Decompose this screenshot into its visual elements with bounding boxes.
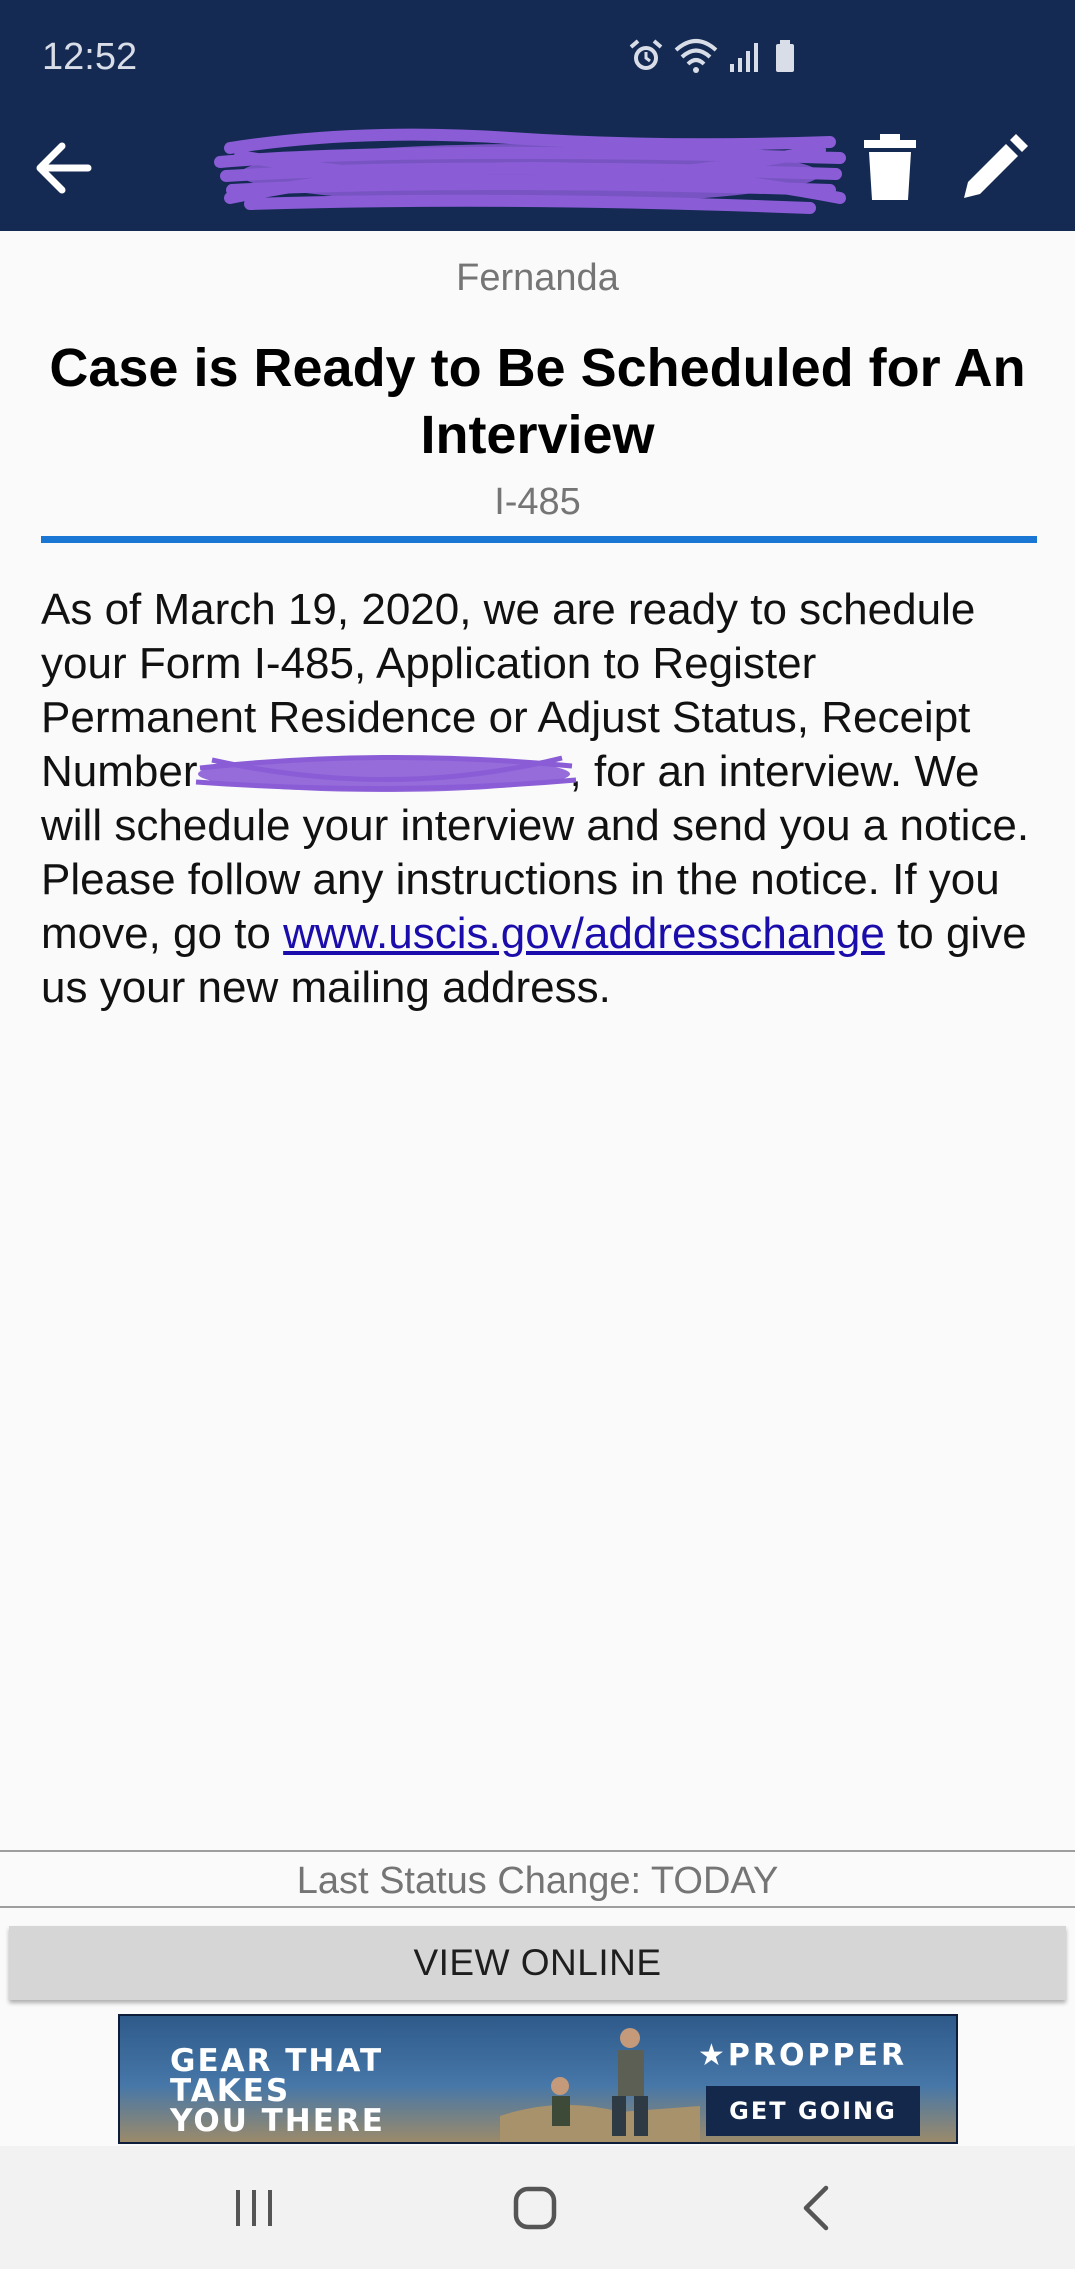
case-status-title: Case is Ready to Be Scheduled for An Int…	[49, 338, 1026, 465]
delete-button[interactable]	[858, 132, 922, 202]
edit-button[interactable]	[958, 132, 1030, 204]
ad-headline: GEAR THAT TAKES YOU THERE	[170, 2043, 385, 2139]
case-nickname: Fernanda	[456, 257, 619, 299]
title-divider	[41, 536, 1037, 543]
footer-divider-bottom	[0, 1906, 1075, 1908]
redacted-receipt-number	[195, 754, 576, 794]
ad-cta-button[interactable]: GET GOING	[706, 2086, 920, 2136]
view-online-button[interactable]: VIEW ONLINE	[9, 1926, 1066, 2000]
ad-brand-logo: ★PROPPER	[698, 2038, 908, 2073]
system-navigation-bar	[0, 2146, 1075, 2269]
form-type: I-485	[494, 481, 581, 523]
alarm-icon	[629, 39, 663, 70]
home-icon	[513, 2186, 557, 2230]
status-icons	[628, 38, 796, 74]
ad-hikers-image	[500, 2028, 700, 2142]
back-button[interactable]	[30, 134, 98, 202]
pencil-icon	[964, 134, 1028, 198]
last-status-change: Last Status Change: TODAY	[296, 1860, 779, 1902]
system-back-button[interactable]	[796, 2184, 836, 2237]
status-time: 12:52	[42, 36, 138, 78]
address-change-link[interactable]: www.uscis.gov/addresschange	[283, 909, 885, 958]
ad-banner[interactable]: GEAR THAT TAKES YOU THERE ★PROPPER GET G…	[118, 2014, 958, 2144]
status-bar: 12:52	[0, 0, 1075, 102]
footer-divider	[0, 1850, 1075, 1852]
back-arrow-icon	[36, 142, 92, 194]
wifi-icon	[674, 39, 718, 73]
app-bar	[0, 102, 1075, 231]
back-icon	[803, 2185, 829, 2231]
recents-button[interactable]	[232, 2186, 276, 2235]
signal-icon	[730, 43, 758, 72]
case-status-description: As of March 19, 2020, we are ready to sc…	[41, 583, 1041, 1015]
battery-icon	[776, 40, 794, 72]
redacted-case-number	[214, 128, 846, 214]
recents-icon	[236, 2190, 272, 2226]
home-button[interactable]	[511, 2184, 559, 2237]
trash-icon	[864, 134, 916, 200]
